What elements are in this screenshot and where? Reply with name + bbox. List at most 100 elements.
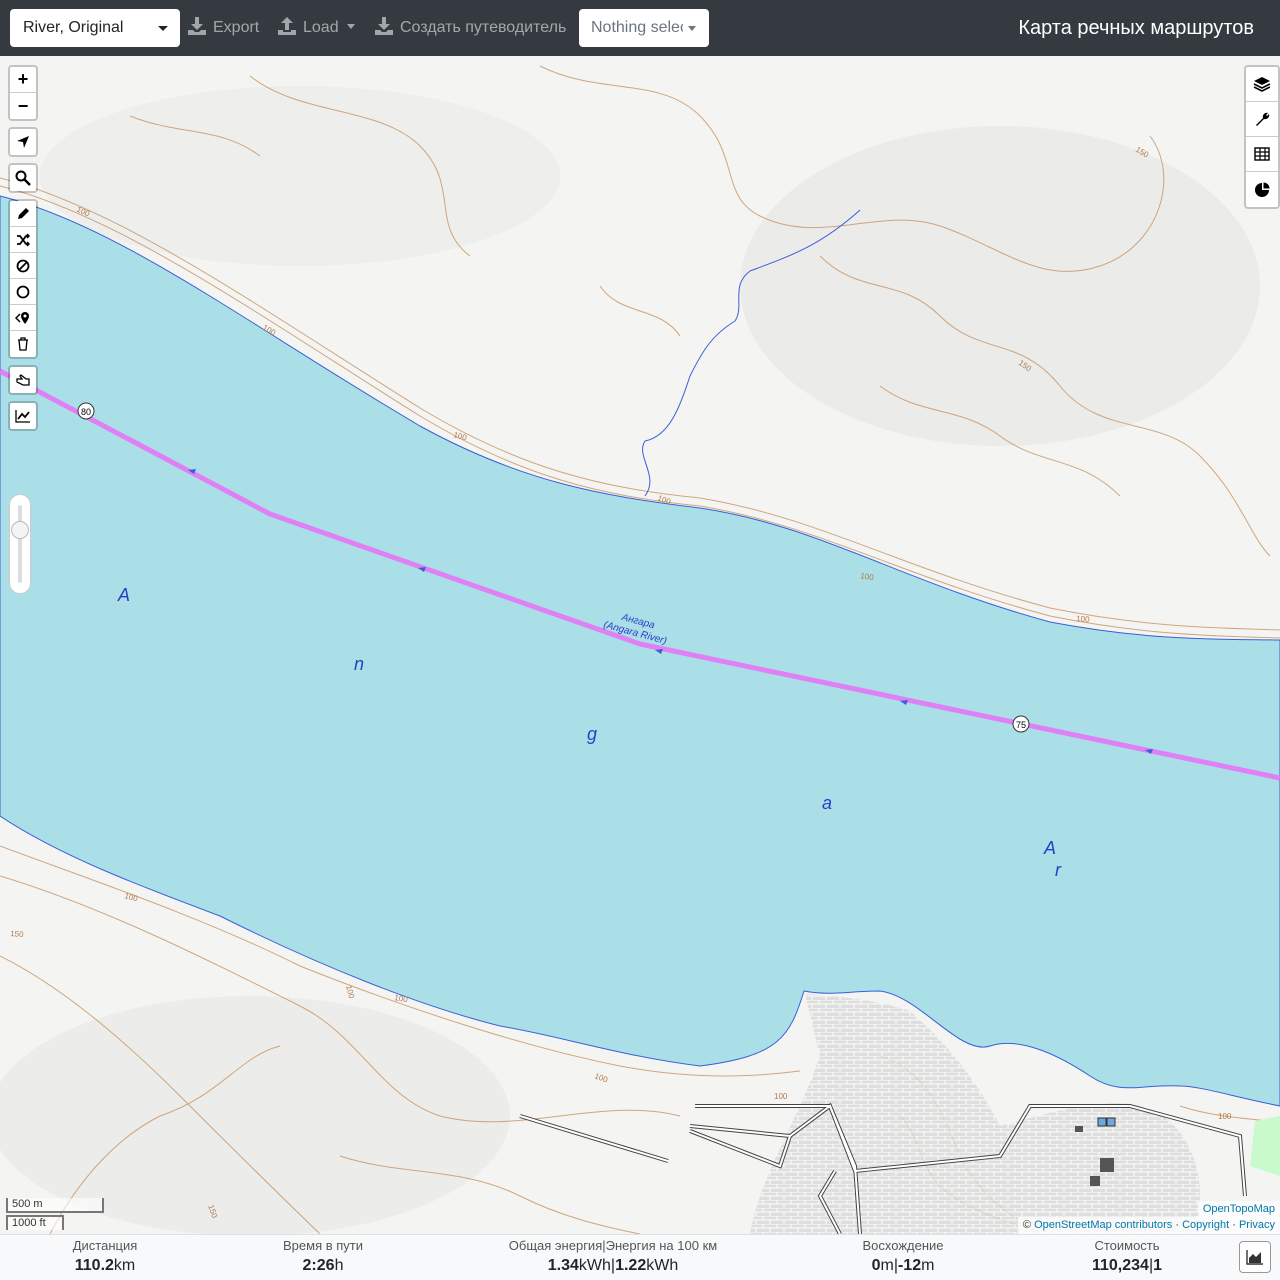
- hillshade: [40, 86, 560, 266]
- pan-button[interactable]: [10, 367, 36, 393]
- elevation-control: [8, 401, 38, 431]
- profile-select-value: River, Original: [23, 19, 124, 36]
- river-letter: g: [587, 724, 597, 744]
- ascent-up-unit: m: [880, 1257, 894, 1274]
- building: [1097, 1117, 1107, 1127]
- stat-ascent: Восхождение 0m|-12m: [843, 1235, 963, 1277]
- profile-select[interactable]: River, Original: [10, 9, 180, 47]
- no-go-area-button[interactable]: [10, 253, 36, 279]
- stat-distance: Дистанция 110.2km: [55, 1235, 155, 1277]
- create-guide-button[interactable]: Создать путеводитель: [374, 9, 566, 47]
- app-title: Карта речных маршрутов: [1018, 17, 1254, 39]
- separator: ·: [1175, 1219, 1179, 1231]
- export-label: Export: [213, 19, 260, 36]
- distance-unit: km: [113, 1257, 136, 1274]
- area-chart-icon: [1246, 1250, 1263, 1265]
- ascent-label: Восхождение: [862, 1238, 944, 1253]
- layers-button[interactable]: [1246, 67, 1278, 102]
- locate-icon: [17, 136, 29, 148]
- zoom-in-button[interactable]: +: [10, 67, 36, 93]
- statistics-button[interactable]: [1246, 172, 1278, 207]
- pan-control: [8, 365, 38, 395]
- separator: ·: [1232, 1219, 1236, 1231]
- river-letter: A: [1043, 838, 1056, 858]
- energy-per100: 1.22: [615, 1257, 647, 1274]
- download-icon: [375, 17, 393, 35]
- energy-total: 1.34: [547, 1257, 579, 1274]
- stat-travel-time: Время в пути 2:26h: [263, 1235, 383, 1277]
- table-icon: [1254, 147, 1270, 161]
- copyright-symbol: ©: [1022, 1219, 1032, 1231]
- export-button[interactable]: Export: [187, 9, 259, 47]
- distance-value: 110.2: [74, 1257, 114, 1274]
- building: [1100, 1158, 1114, 1172]
- settings-button[interactable]: [1246, 102, 1278, 137]
- opentopomap-link[interactable]: OpenTopoMap: [1203, 1203, 1275, 1215]
- circle-icon: [16, 285, 30, 298]
- slider-thumb[interactable]: [11, 521, 29, 539]
- elevation-profile-button[interactable]: [10, 403, 36, 429]
- download-icon: [188, 17, 206, 35]
- contour-label: 150: [10, 929, 25, 939]
- contour-label: 100: [774, 1092, 788, 1101]
- load-button[interactable]: Load: [277, 9, 355, 47]
- contour-label: 100: [1218, 1112, 1232, 1121]
- scale-imperial: 1000 ft: [6, 1215, 64, 1230]
- map-canvas[interactable]: 80 75 A n g a A r Ангара (Angara River) …: [0, 56, 1280, 1234]
- shuffle-button[interactable]: [10, 227, 36, 253]
- draw-route-button[interactable]: [10, 201, 36, 227]
- slider-track: [18, 505, 22, 583]
- layer-select-placeholder: Nothing selected: [591, 19, 683, 36]
- opacity-slider[interactable]: [9, 494, 31, 594]
- basemap: 80 75 A n g a A r Ангара (Angara River) …: [0, 56, 1280, 1234]
- locate-control: [8, 127, 38, 157]
- pie-chart-icon: [1255, 182, 1270, 197]
- cost-value: 110,234: [1091, 1257, 1149, 1274]
- river-letter: n: [354, 654, 364, 674]
- waypoint-marker-75: 75: [1012, 715, 1030, 733]
- trash-icon: [18, 337, 28, 351]
- poi-icon: [15, 311, 29, 324]
- zoom-control: + −: [8, 65, 38, 121]
- waypoint-label: 80: [81, 407, 91, 417]
- building: [1090, 1176, 1100, 1186]
- search-control: [8, 163, 38, 193]
- privacy-link[interactable]: Privacy: [1239, 1219, 1275, 1231]
- stats-bar: Дистанция 110.2km Время в пути 2:26h Общ…: [0, 1234, 1280, 1280]
- right-toolbar: [1244, 65, 1280, 209]
- chevron-down-icon: [346, 24, 355, 29]
- top-navbar: River, Original Export Load Создать путе…: [0, 0, 1280, 56]
- cost-label: Стоимость: [1094, 1238, 1160, 1253]
- ascent-down: -12: [897, 1257, 922, 1274]
- poi-button[interactable]: [10, 305, 36, 331]
- draw-toolbar: [8, 199, 38, 359]
- search-button[interactable]: [10, 165, 36, 191]
- cost-value-2: 1: [1153, 1257, 1162, 1274]
- building: [1106, 1117, 1116, 1127]
- search-icon: [15, 170, 31, 186]
- time-value: 2:26: [302, 1257, 335, 1274]
- elevation-chart-icon: [15, 410, 30, 423]
- hand-icon: [16, 374, 30, 386]
- table-button[interactable]: [1246, 137, 1278, 172]
- time-label: Время в пути: [283, 1238, 363, 1253]
- locate-button[interactable]: [10, 129, 36, 155]
- copyright-link[interactable]: Copyright: [1182, 1219, 1229, 1231]
- layers-icon: [1253, 77, 1271, 92]
- upload-icon: [278, 17, 296, 35]
- chevron-down-icon: [158, 26, 168, 31]
- layer-select[interactable]: Nothing selected: [579, 9, 709, 47]
- circle-nogo-button[interactable]: [10, 279, 36, 305]
- load-label: Load: [303, 19, 339, 36]
- energy-label: Общая энергия|Энергия на 100 км: [508, 1238, 718, 1253]
- wrench-icon: [1256, 112, 1270, 126]
- chevron-down-icon: [688, 26, 696, 31]
- zoom-out-button[interactable]: −: [10, 93, 36, 119]
- elevation-chart-toggle[interactable]: [1239, 1241, 1271, 1273]
- osm-link[interactable]: OpenStreetMap contributors: [1034, 1219, 1172, 1231]
- building: [1075, 1126, 1083, 1132]
- pencil-icon: [18, 207, 29, 219]
- time-unit: h: [334, 1257, 344, 1274]
- delete-route-button[interactable]: [10, 331, 36, 357]
- energy-per100-unit: kWh: [646, 1257, 679, 1274]
